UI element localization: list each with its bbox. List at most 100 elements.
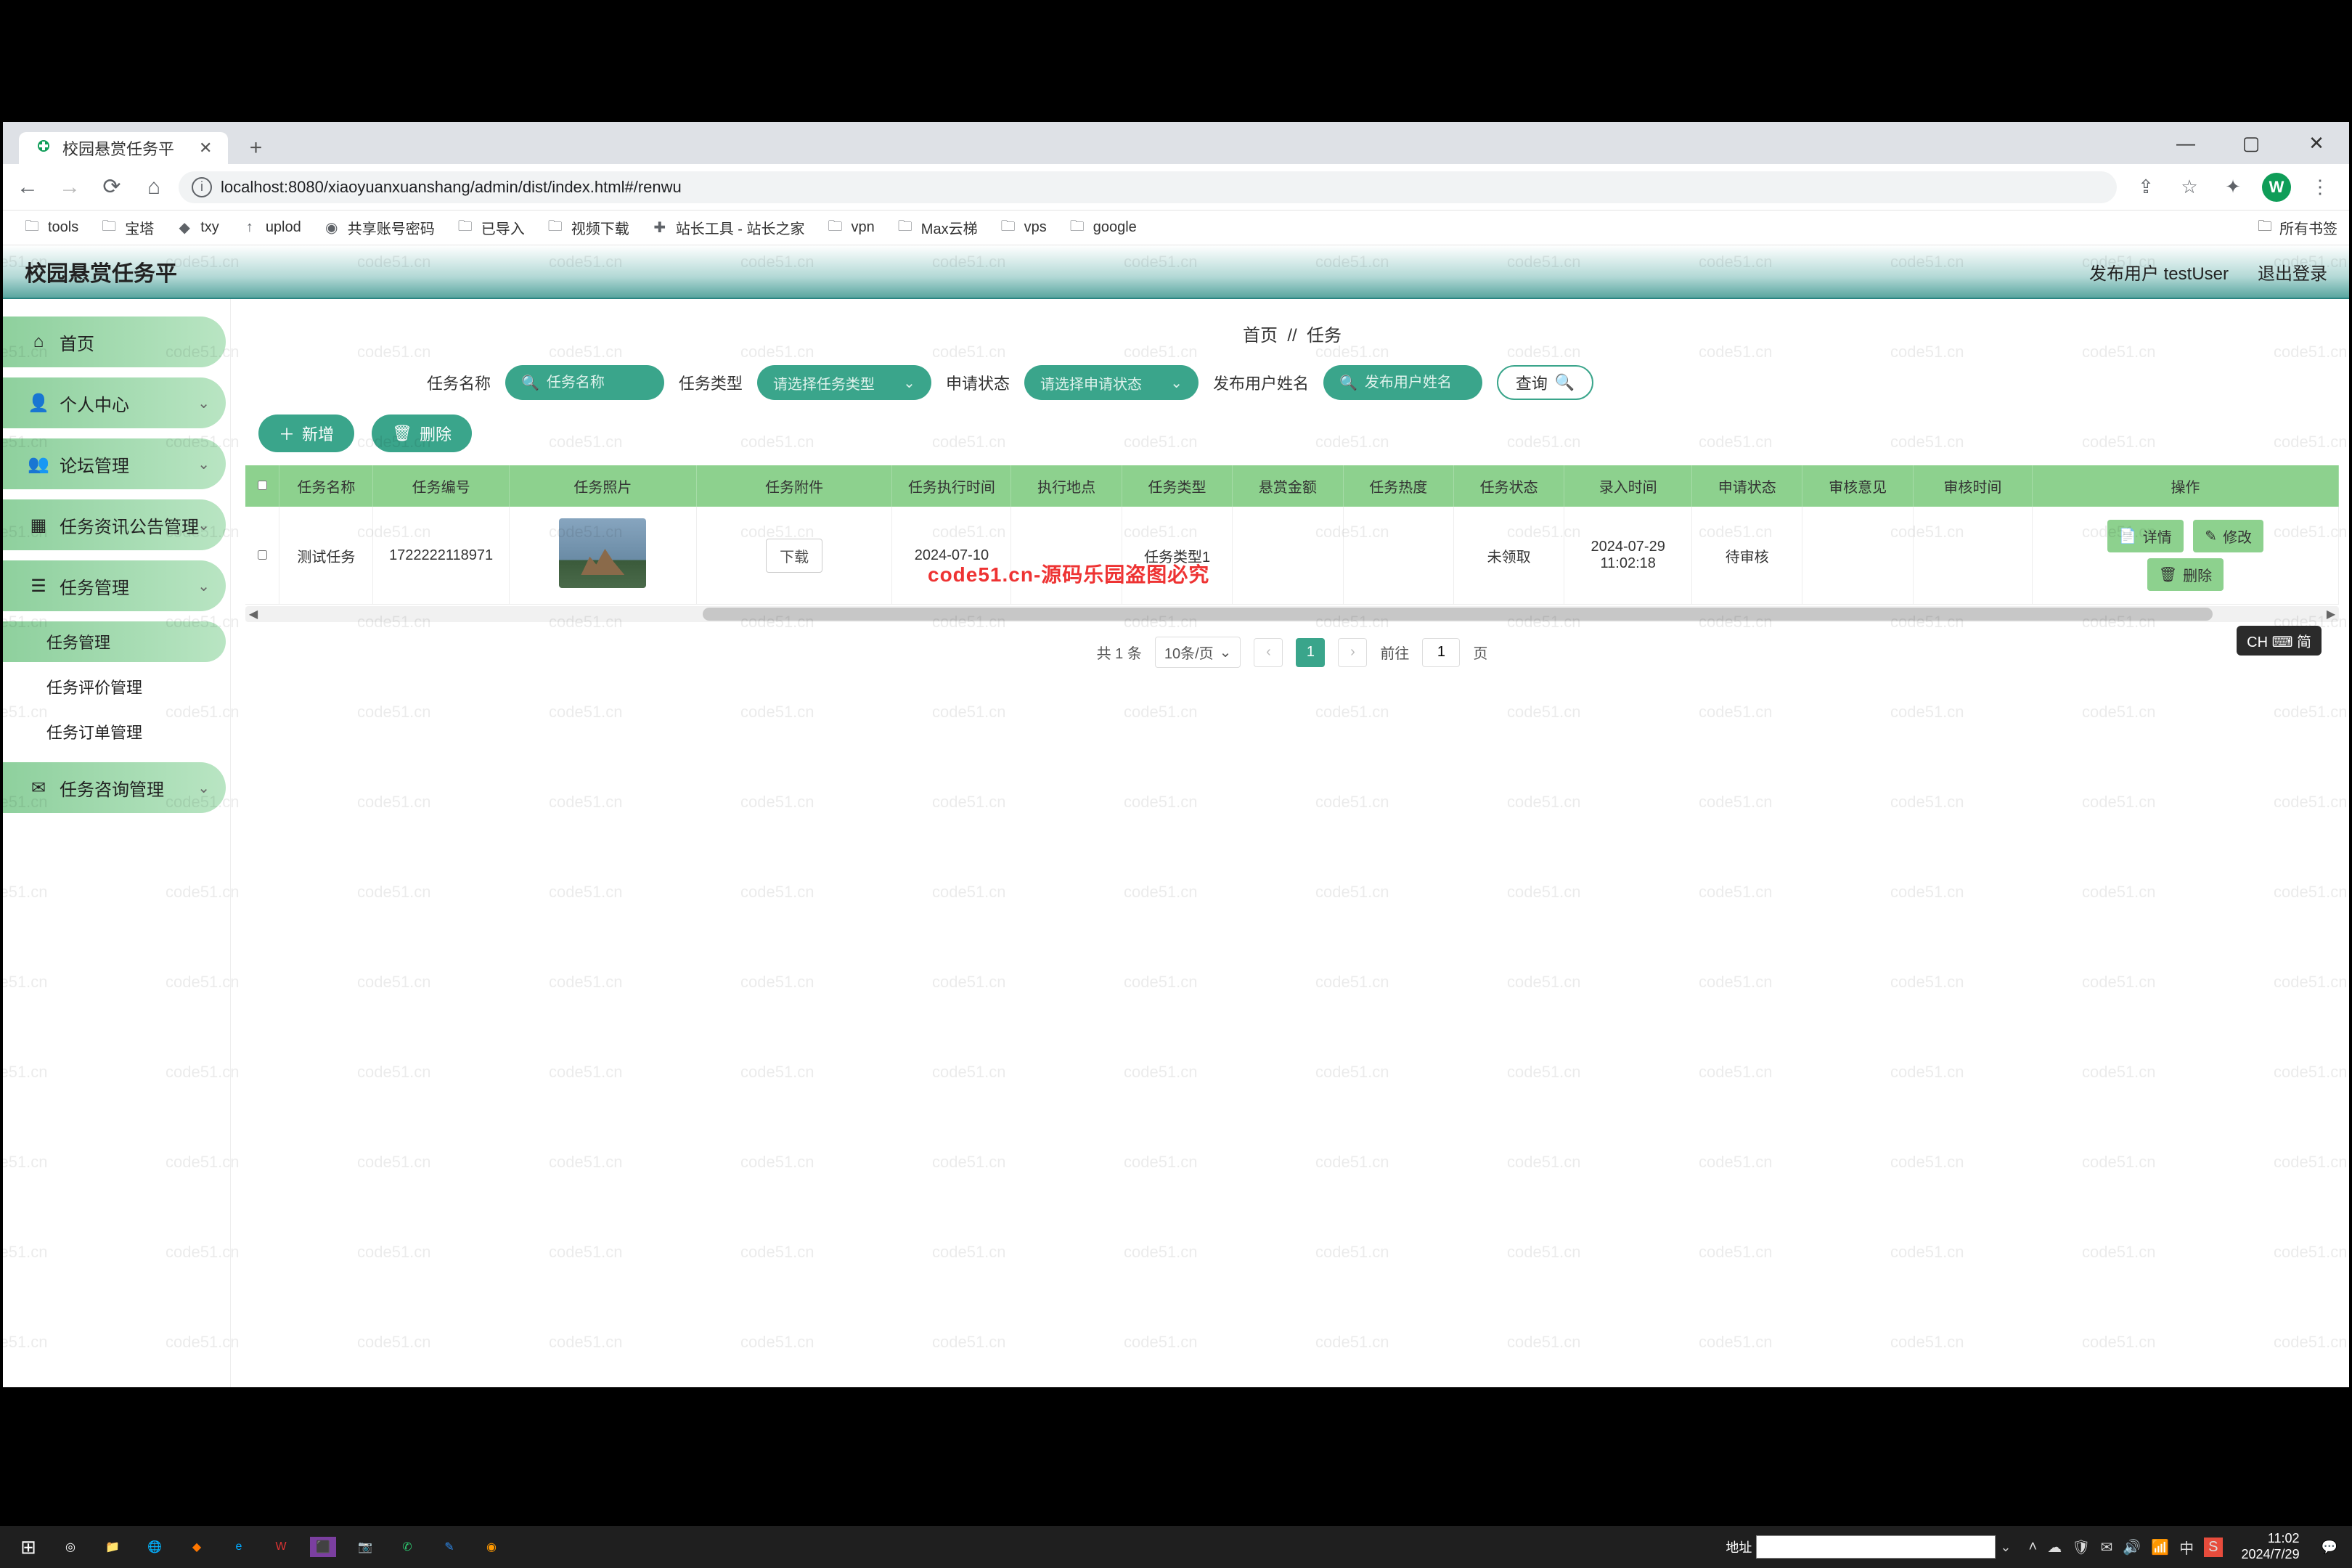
sidebar-item-news[interactable]: ▦任务资讯公告管理⌄ xyxy=(3,499,226,550)
app-header: 校园悬赏任务平 发布用户 testUser 退出登录 xyxy=(3,245,2349,299)
delete-button[interactable]: 🗑删除 xyxy=(372,415,472,452)
pager-total: 共 1 条 xyxy=(1097,642,1142,663)
share-icon[interactable]: ⇪ xyxy=(2131,173,2160,202)
filter-user-label: 发布用户姓名 xyxy=(1213,371,1309,394)
taskbar-app[interactable]: e xyxy=(221,1529,257,1565)
taskbar-app[interactable]: ✆ xyxy=(389,1529,425,1565)
tray-icon[interactable]: 🛡 xyxy=(2072,1538,2090,1556)
main-content: 首页 // 任务 任务名称 🔍 任务类型 请选择任务类型⌄ 申请状态 请选择申请… xyxy=(231,299,2349,1387)
taskbar-app[interactable]: 🌐 xyxy=(136,1529,173,1565)
ime-indicator[interactable]: CH ⌨ 简 xyxy=(2237,626,2322,656)
grid-icon: ▦ xyxy=(28,515,49,536)
new-tab-button[interactable]: + xyxy=(240,132,271,164)
row-checkbox[interactable] xyxy=(245,507,279,605)
profile-avatar[interactable]: W xyxy=(2262,173,2291,202)
breadcrumb-home[interactable]: 首页 xyxy=(1243,326,1278,346)
chevron-down-icon: ⌄ xyxy=(197,779,210,797)
filter-status-select[interactable]: 请选择申请状态⌄ xyxy=(1024,365,1199,400)
taskbar-app[interactable]: ⬛ xyxy=(305,1529,341,1565)
sidebar-item-task[interactable]: ☰任务管理⌄ xyxy=(3,560,226,611)
all-bookmarks-button[interactable]: 🗀所有书签 xyxy=(2258,216,2337,240)
bookmark-item[interactable]: 🗀视频下载 xyxy=(538,214,638,241)
window-minimize-icon[interactable]: — xyxy=(2153,122,2218,164)
sidebar-item-profile[interactable]: 👤个人中心⌄ xyxy=(3,377,226,428)
scroll-right-icon[interactable]: ▶ xyxy=(2323,606,2339,622)
taskbar-app[interactable]: W xyxy=(263,1529,299,1565)
edit-icon: ✎ xyxy=(2205,527,2217,545)
window-maximize-icon[interactable]: ▢ xyxy=(2218,122,2284,164)
row-delete-button[interactable]: 🗑删除 xyxy=(2147,558,2224,591)
bookmark-item[interactable]: 🗀tools xyxy=(15,216,87,240)
extensions-icon[interactable]: ✦ xyxy=(2218,173,2247,202)
bookmark-item[interactable]: ↑uplod xyxy=(232,216,310,240)
chevron-down-icon[interactable]: ⌄ xyxy=(2000,1540,2011,1555)
bookmark-item[interactable]: ◉共享账号密码 xyxy=(314,214,444,241)
tray-icon[interactable]: S xyxy=(2204,1538,2222,1557)
bookmark-item[interactable]: 🗀google xyxy=(1060,216,1146,240)
bookmark-item[interactable]: 🗀Max云梯 xyxy=(888,214,987,241)
tray-icon[interactable]: ☁ xyxy=(2047,1538,2062,1556)
nav-back-button[interactable]: ← xyxy=(10,170,45,205)
search-button[interactable]: 查询🔍 xyxy=(1497,365,1593,400)
sidebar-item-consult[interactable]: ✉任务咨询管理⌄ xyxy=(3,762,226,813)
sidebar-item-forum[interactable]: 👥论坛管理⌄ xyxy=(3,438,226,489)
tray-icon[interactable]: 🔊 xyxy=(2123,1538,2141,1556)
edit-button[interactable]: ✎修改 xyxy=(2193,520,2263,552)
scrollbar-thumb[interactable] xyxy=(703,608,2213,621)
pager-prev[interactable]: ‹ xyxy=(1254,638,1283,667)
detail-button[interactable]: 📄详情 xyxy=(2107,520,2184,552)
scroll-left-icon[interactable]: ◀ xyxy=(245,606,261,622)
taskbar-address-input[interactable] xyxy=(1756,1535,1996,1559)
filter-user-input[interactable]: 🔍 xyxy=(1323,365,1482,400)
tray-icon[interactable]: 📶 xyxy=(2151,1538,2169,1556)
chevron-down-icon: ⌄ xyxy=(197,394,210,412)
filter-name-input[interactable]: 🔍 xyxy=(505,365,664,400)
bookmark-item[interactable]: 🗀vps xyxy=(991,216,1055,240)
taskbar-app[interactable]: ✎ xyxy=(431,1529,467,1565)
window-close-icon[interactable]: ✕ xyxy=(2284,122,2349,164)
star-icon[interactable]: ☆ xyxy=(2175,173,2204,202)
filter-type-select[interactable]: 请选择任务类型⌄ xyxy=(757,365,931,400)
tray-icon[interactable]: ✉ xyxy=(2101,1538,2113,1556)
pager-goto-input[interactable] xyxy=(1422,638,1460,667)
col-checkbox[interactable] xyxy=(245,465,279,507)
bookmark-item[interactable]: ✚站长工具 - 站长之家 xyxy=(642,214,814,241)
bookmark-item[interactable]: 🗀vpn xyxy=(818,216,883,240)
taskbar-app[interactable]: 📷 xyxy=(347,1529,383,1565)
col-attach: 任务附件 xyxy=(696,465,892,507)
sidebar-sub-task-order[interactable]: 任务订单管理 xyxy=(3,711,226,752)
cell-type: 任务类型1 xyxy=(1122,507,1232,605)
start-button[interactable]: ⊞ xyxy=(10,1529,46,1565)
tray-ime-icon[interactable]: 中 xyxy=(2179,1537,2194,1558)
notifications-icon[interactable]: 💬 xyxy=(2322,1540,2337,1555)
pager-page-1[interactable]: 1 xyxy=(1296,638,1325,667)
sidebar-item-home[interactable]: ⌂首页 xyxy=(3,317,226,367)
nav-reload-button[interactable]: ⟳ xyxy=(94,170,129,205)
bookmark-item[interactable]: ◆txy xyxy=(167,216,228,240)
site-info-icon[interactable]: i xyxy=(192,177,212,197)
taskbar-app[interactable]: ◆ xyxy=(179,1529,215,1565)
cell-taskstatus: 未领取 xyxy=(1453,507,1564,605)
download-button[interactable]: 下载 xyxy=(766,539,822,573)
task-thumbnail[interactable] xyxy=(559,518,646,588)
logout-link[interactable]: 退出登录 xyxy=(2258,259,2327,285)
sidebar-sub-task-review[interactable]: 任务评价管理 xyxy=(3,666,226,707)
tray-chevron-icon[interactable]: ˄ xyxy=(2029,1539,2038,1556)
add-button[interactable]: ＋新增 xyxy=(258,415,354,452)
horizontal-scrollbar[interactable]: ◀ ▶ xyxy=(245,606,2339,622)
bookmark-item[interactable]: 🗀宝塔 xyxy=(91,214,163,241)
tab-close-icon[interactable]: ✕ xyxy=(199,139,212,158)
taskbar-app[interactable]: ◉ xyxy=(473,1529,510,1565)
url-input[interactable]: i localhost:8080/xiaoyuanxuanshang/admin… xyxy=(179,171,2117,203)
taskbar-clock[interactable]: 11:02 2024/7/29 xyxy=(2242,1531,2310,1562)
browser-tab[interactable]: 校园悬赏任务平 ✕ xyxy=(19,132,228,164)
sidebar-sub-task-manage[interactable]: 任务管理 xyxy=(3,621,226,662)
nav-home-button[interactable]: ⌂ xyxy=(136,170,171,205)
page-size-select[interactable]: 10条/页⌄ xyxy=(1155,637,1241,668)
nav-forward-button[interactable]: → xyxy=(52,170,87,205)
taskbar-app[interactable]: ◎ xyxy=(52,1529,89,1565)
bookmark-item[interactable]: 🗀已导入 xyxy=(448,214,534,241)
taskbar-app[interactable]: 📁 xyxy=(94,1529,131,1565)
browser-menu-icon[interactable]: ⋮ xyxy=(2306,173,2335,202)
pager-next[interactable]: › xyxy=(1338,638,1367,667)
